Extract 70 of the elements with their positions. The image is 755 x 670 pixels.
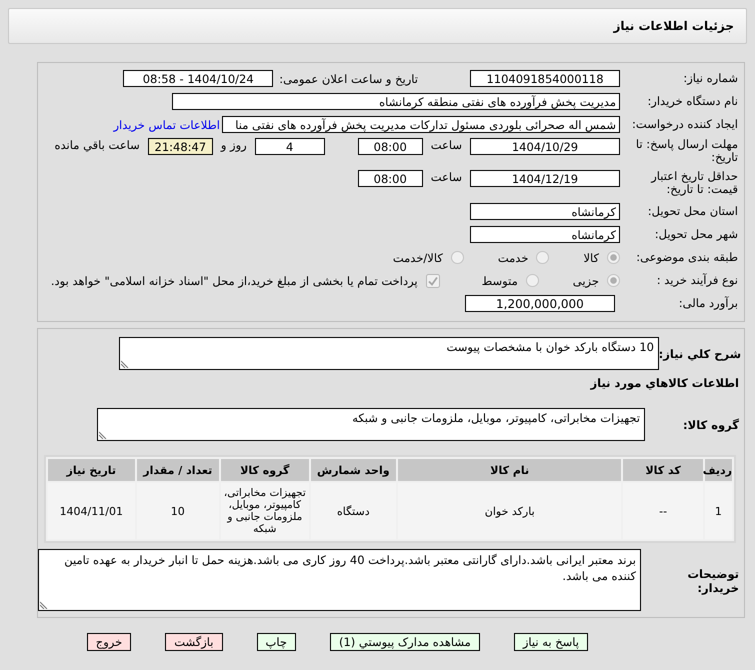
table-cell: دستگاه (310, 483, 396, 539)
field-label: ساعت (430, 138, 462, 152)
action-button[interactable]: چاپ (256, 633, 296, 651)
province-field: کرمانشاه (470, 203, 620, 220)
radio-button[interactable] (607, 274, 620, 287)
table-cell: تجهیزات مخابراتی، کامپیوتر، موبایل، ملزومات جانبی و شبکه (221, 483, 309, 539)
radio-button[interactable] (536, 251, 550, 264)
days-field: 4 (254, 138, 325, 155)
table-cell: 1404/11/01 (48, 483, 135, 539)
field-label: برآورد مالی: (678, 297, 739, 310)
action-button[interactable]: پاسخ به نیاز (514, 633, 588, 651)
field-label: روز و (220, 138, 247, 152)
table-cell: -- (623, 483, 703, 539)
requester-field: شمس اله صحرائی بلوردی مسئول تدارکات مدیریت پخش فرآورده های نفتی منا (222, 116, 620, 133)
description-text: 10 دستگاه بارکد خوان با مشخصات پیوست (446, 340, 654, 354)
remaining-time-field: 21:48:47 (148, 138, 213, 155)
field-label: توضیحات خریدار: (686, 566, 740, 595)
column-header: واحد شمارش (310, 459, 396, 481)
checkbox[interactable] (426, 274, 440, 288)
budget-field: 1,200,000,000 (465, 295, 615, 312)
column-header: تعداد / مقدار (136, 459, 220, 481)
field-label: گروه کالا: (682, 417, 740, 432)
table-cell: بارکد خوان (398, 483, 622, 539)
table-cell: 1 (704, 483, 732, 539)
field-label: نام دستگاه خریدار: (646, 95, 739, 108)
need-number-field: 1104091854000118 (470, 70, 620, 87)
city-field: کرمانشاه (470, 226, 620, 243)
field-label: شماره نیاز: (682, 72, 739, 85)
column-header: نام کالا (398, 459, 622, 481)
column-header: ردیف (704, 459, 732, 481)
column-header: گروه کالا (221, 459, 309, 481)
field-label: ساعت باقي مانده (54, 138, 140, 152)
field-label: طبقه بندی موضوعی: (635, 251, 739, 264)
deadline-time-field: 08:00 (358, 138, 423, 155)
option-label: کالا/خدمت (392, 250, 443, 264)
radio-button[interactable] (607, 251, 620, 264)
option-label: خدمت (498, 250, 528, 264)
option-label: جزیی (572, 274, 599, 288)
field-label: ایجاد کننده درخواست: (631, 118, 739, 131)
radio-button[interactable] (526, 274, 539, 287)
action-button[interactable]: بازگشت (165, 633, 222, 651)
table-cell: 10 (136, 483, 220, 539)
buyer-contact-link[interactable]: اطلاعات تماس خریدار (113, 118, 220, 132)
resize-grip-icon[interactable] (99, 431, 107, 439)
announce-date-field: 1404/10/24 - 08:58 (123, 70, 274, 87)
page-title: جزئیات اطلاعات نیاز (613, 19, 734, 33)
validity-time-field: 08:00 (358, 170, 423, 187)
buyer-org-field: مدیریت پخش فرآورده های نفتی منطقه کرمانشاه (172, 93, 620, 110)
radio-button[interactable] (450, 251, 464, 264)
goods-group-text: تجهیزات مخابراتی، کامپیوتر، موبایل، ملزومات جانبی و شبکه (352, 411, 640, 425)
field-label: تاریخ و ساعت اعلان عمومی: (279, 72, 418, 86)
field-label: شهر محل تحویل: (654, 228, 739, 241)
option-label: متوسط (482, 274, 518, 288)
field-label: ساعت (430, 170, 462, 184)
action-button[interactable]: خروج (86, 633, 132, 651)
field-label: نوع فرآیند خرید : (656, 274, 739, 287)
resize-grip-icon[interactable] (121, 360, 129, 368)
field-label: استان محل تحویل: (646, 205, 739, 218)
field-label: مهلت ارسال پاسخ: تا تاریخ: (634, 138, 739, 164)
treasury-note: پرداخت تمام یا بخشی از مبلغ خرید،از محل "اسناد خزانه اسلامی" خواهد بود. (50, 274, 418, 288)
deadline-date-field: 1404/10/29 (470, 138, 620, 155)
validity-date-field: 1404/12/19 (470, 170, 620, 187)
column-header: تاریخ نیاز (48, 459, 135, 481)
column-header: کد کالا (623, 459, 703, 481)
field-label: حداقل تاریخ اعتبار قیمت: تا تاریخ: (650, 170, 739, 196)
resize-grip-icon[interactable] (40, 601, 48, 609)
option-label: کالا (583, 250, 599, 264)
section-heading: اطلاعات کالاهاي مورد نیاز (589, 375, 740, 392)
buyer-notes-text: برند معتبر ایرانی باشد.دارای گارانتی معتبر باشد.پرداخت 40 روز کاری می باشد.هزینه حمل تا انبار خریدار به عهده تامین کننده می باشد. (64, 553, 636, 583)
action-button[interactable]: مشاهده مدارک پیوستي (1) (330, 633, 480, 651)
